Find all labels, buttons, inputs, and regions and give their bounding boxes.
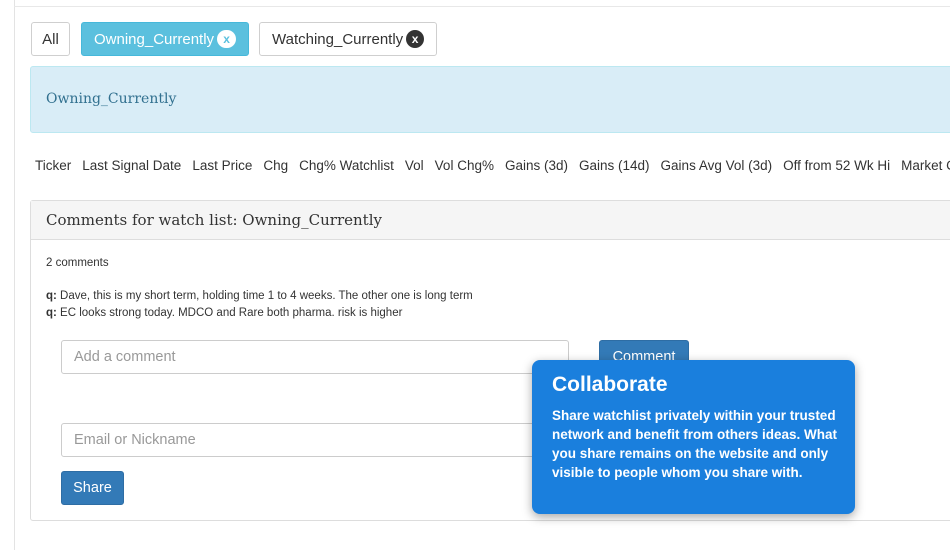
tooltip-title: Collaborate [552, 373, 668, 396]
comment-author: q: [46, 290, 57, 302]
tab-all-label: All [42, 30, 59, 48]
add-comment-placeholder: Add a comment [74, 349, 176, 365]
tab-all[interactable]: All [31, 22, 70, 56]
column-header[interactable]: Gains Avg Vol (3d) [661, 158, 773, 173]
tab-owning-currently[interactable]: Owning_Currently x [81, 22, 249, 56]
comment-text: Dave, this is my short term, holding tim… [56, 290, 473, 302]
comment-item: q: Dave, this is my short term, holding … [46, 290, 473, 302]
comments-panel-header: Comments for watch list: Owning_Currentl… [31, 201, 950, 240]
tooltip-body: Share watchlist privately within your tr… [552, 408, 838, 480]
comments-panel-title: Comments for watch list: Owning_Currentl… [46, 211, 382, 229]
column-header[interactable]: Ticker [35, 158, 71, 173]
comment-author: q: [46, 307, 57, 319]
column-header[interactable]: Last Signal Date [82, 158, 181, 173]
remove-watching-badge[interactable]: x [406, 30, 424, 48]
column-header[interactable]: Vol [405, 158, 424, 173]
tab-watching-currently[interactable]: Watching_Currently x [259, 22, 437, 56]
column-header[interactable]: Chg [263, 158, 288, 173]
comment-count: 2 comments [46, 257, 109, 269]
collaborate-tooltip: Collaborate Share watchlist privately wi… [532, 360, 855, 514]
column-header[interactable]: Last Price [192, 158, 252, 173]
banner-title: Owning_Currently [46, 91, 177, 107]
page-top-border [14, 6, 950, 7]
email-placeholder: Email or Nickname [74, 432, 196, 448]
table-column-headers: Ticker Last Signal Date Last Price Chg C… [35, 158, 950, 173]
page-left-border [14, 0, 15, 550]
column-header[interactable]: Vol Chg% [435, 158, 494, 173]
column-header[interactable]: Chg% Watchlist [299, 158, 394, 173]
column-header[interactable]: Gains (14d) [579, 158, 650, 173]
column-header[interactable]: Off from 52 Wk Hi [783, 158, 890, 173]
comment-item: q: EC looks strong today. MDCO and Rare … [46, 307, 402, 319]
share-button-label: Share [73, 480, 112, 496]
email-nickname-input[interactable]: Email or Nickname [61, 423, 569, 457]
comment-text: EC looks strong today. MDCO and Rare bot… [56, 307, 403, 319]
tab-owning-label: Owning_Currently [94, 30, 215, 48]
column-header[interactable]: Market Cap [901, 158, 950, 173]
column-header[interactable]: Gains (3d) [505, 158, 568, 173]
watchlist-banner: Owning_Currently [30, 66, 950, 133]
share-button[interactable]: Share [61, 471, 124, 505]
tab-watching-label: Watching_Currently [272, 30, 404, 48]
remove-owning-badge[interactable]: x [217, 30, 236, 48]
add-comment-input[interactable]: Add a comment [61, 340, 569, 374]
